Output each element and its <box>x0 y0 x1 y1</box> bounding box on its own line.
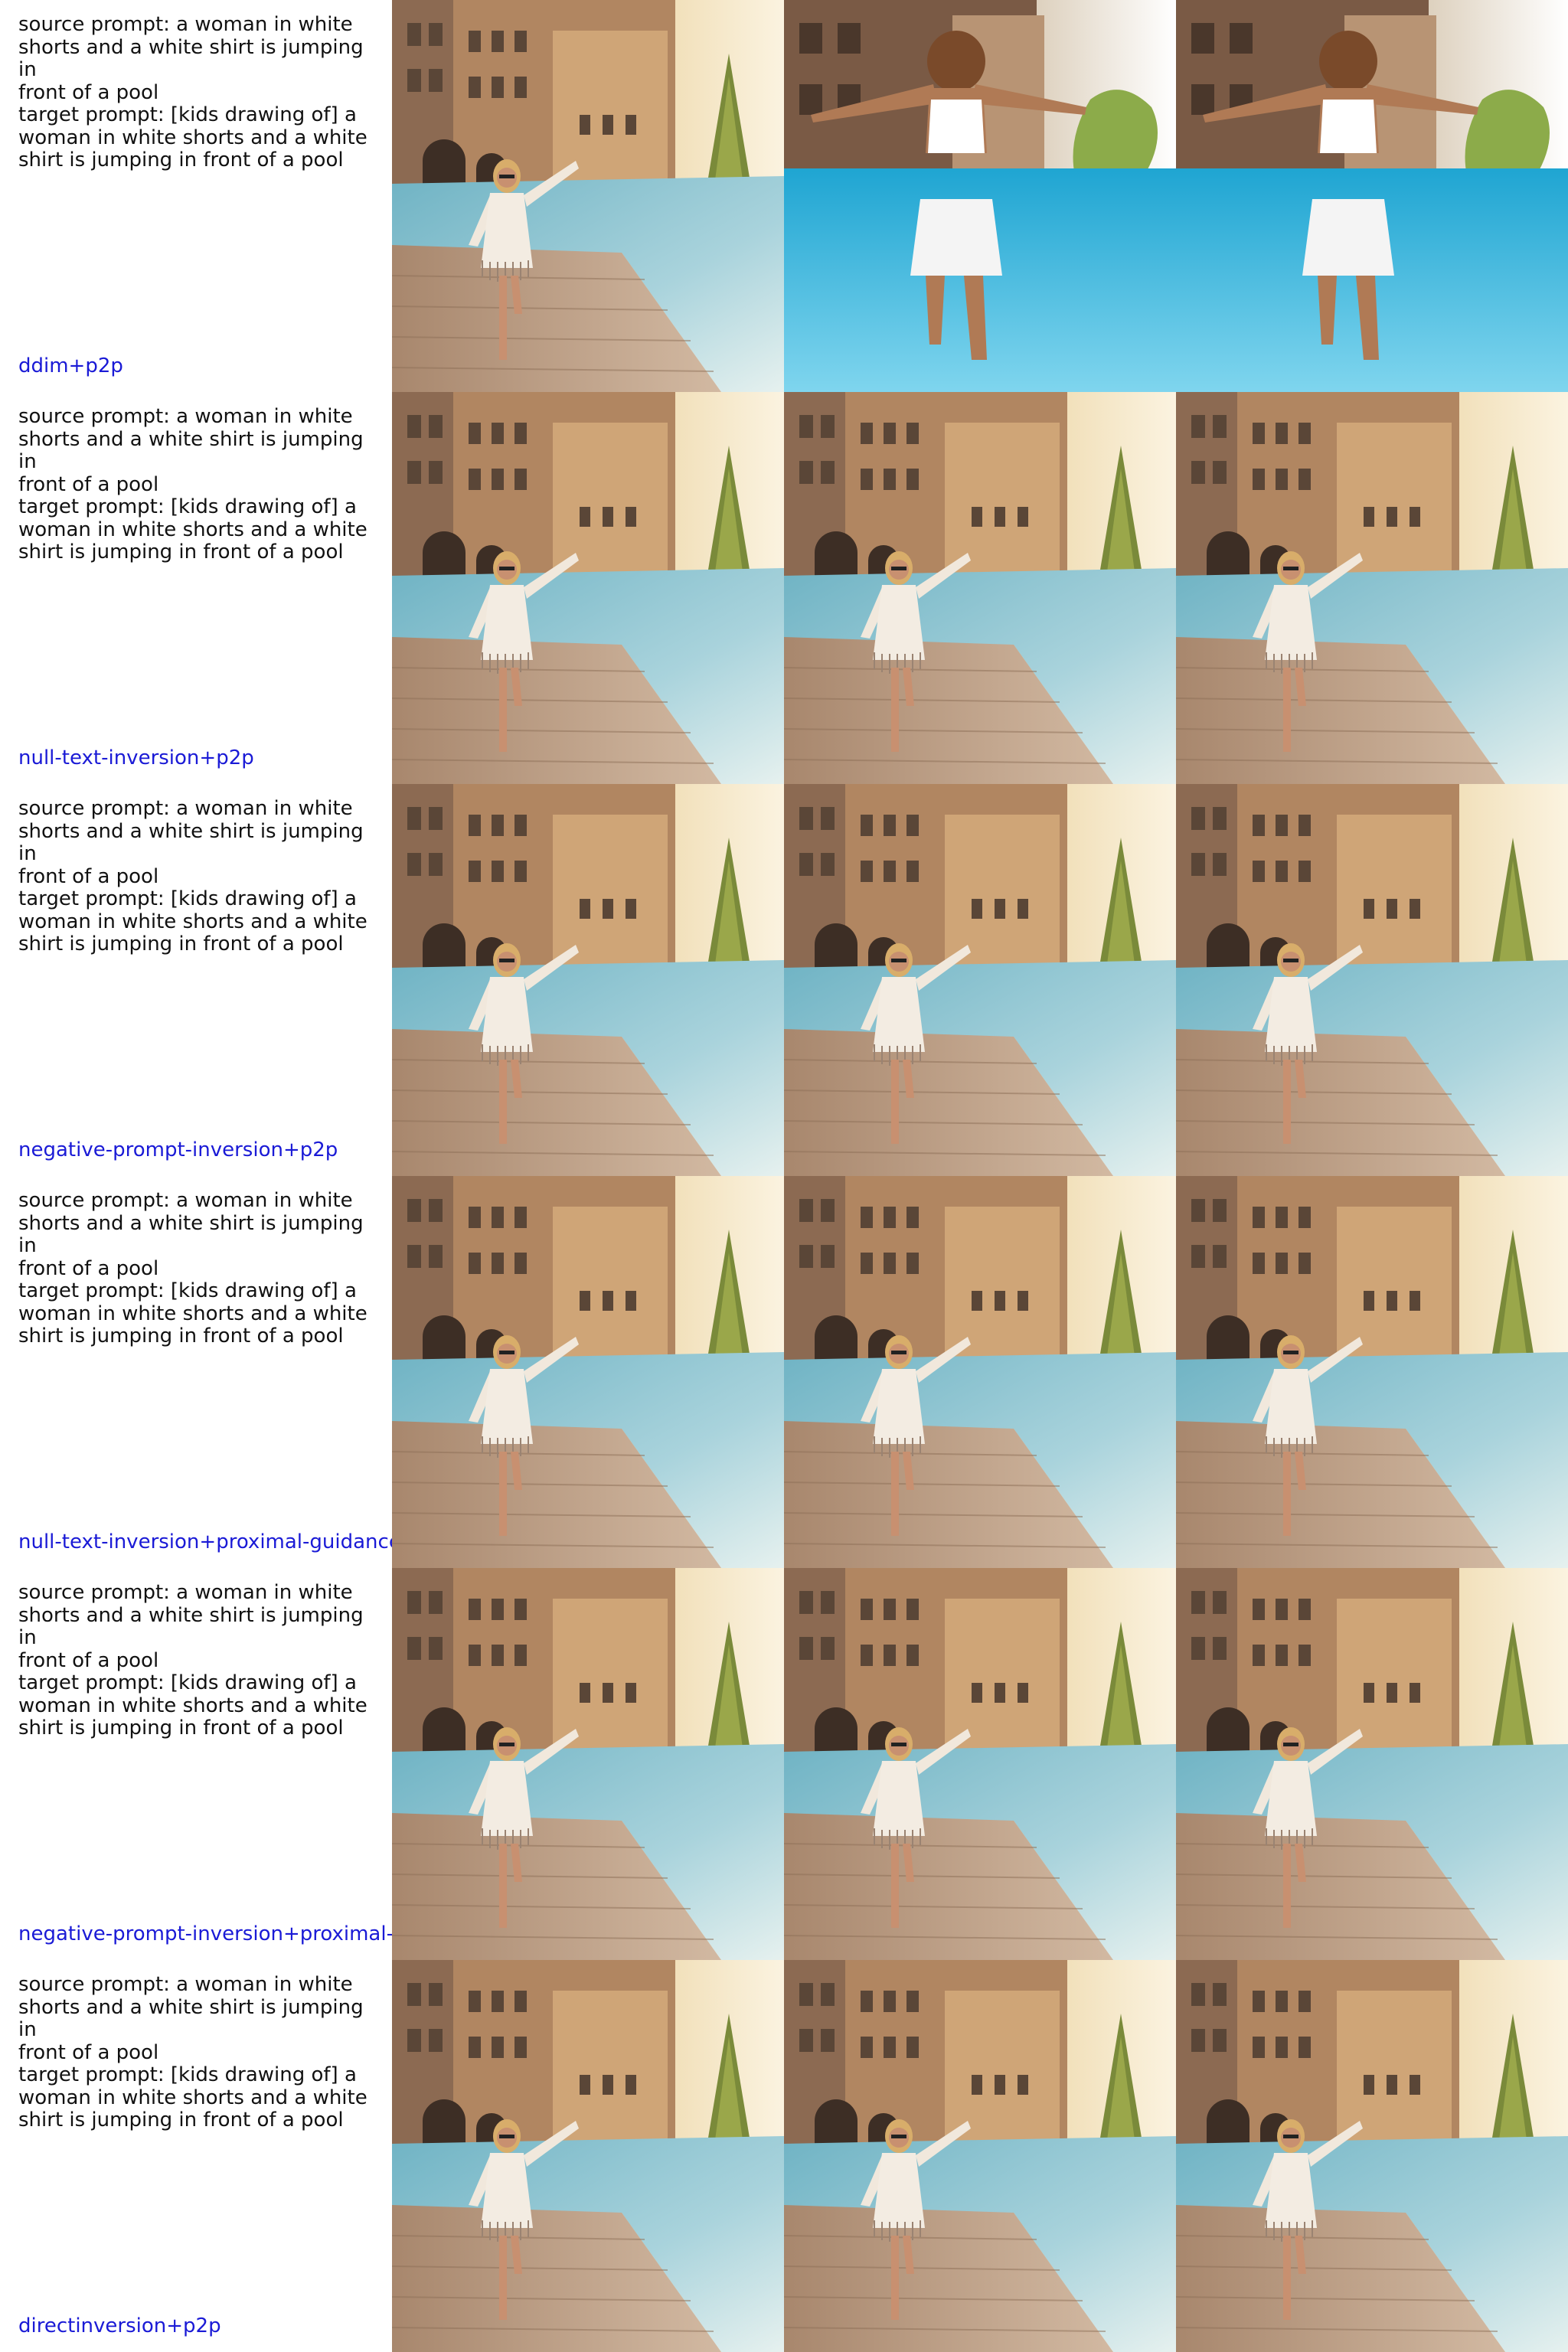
comparison-row-null-text-proximal: source prompt: a woman in white shorts a… <box>0 1176 1568 1568</box>
prompt-text: source prompt: a woman in white shorts a… <box>18 1189 368 1348</box>
reconstruction-image <box>784 1568 1176 1960</box>
edited-image <box>1176 1568 1568 1960</box>
reconstruction-image <box>784 0 1176 392</box>
method-label: negative-prompt-inversion+p2p <box>18 1138 338 1161</box>
method-label: directinversion+p2p <box>18 2314 221 2337</box>
edited-image <box>1176 392 1568 784</box>
source-image <box>392 784 784 1176</box>
source-image <box>392 1568 784 1960</box>
edited-image <box>1176 1176 1568 1568</box>
reconstruction-image <box>784 392 1176 784</box>
row-label-panel: source prompt: a woman in white shorts a… <box>0 784 392 1176</box>
method-label: null-text-inversion+proximal-guidance <box>18 1530 392 1553</box>
source-image <box>392 392 784 784</box>
edited-image <box>1176 0 1568 392</box>
row-label-panel: source prompt: a woman in white shorts a… <box>0 392 392 784</box>
source-image <box>392 0 784 392</box>
source-image <box>392 1176 784 1568</box>
reconstruction-image <box>784 784 1176 1176</box>
comparison-row-directinversion-p2p: source prompt: a woman in white shorts a… <box>0 1960 1568 2352</box>
row-label-panel: source prompt: a woman in white shorts a… <box>0 1568 392 1960</box>
reconstruction-image <box>784 1176 1176 1568</box>
prompt-text: source prompt: a woman in white shorts a… <box>18 13 368 172</box>
comparison-row-ddim-p2p: source prompt: a woman in white shorts a… <box>0 0 1568 392</box>
source-image <box>392 1960 784 2352</box>
reconstruction-image <box>784 1960 1176 2352</box>
comparison-row-negative-prompt-proximal: source prompt: a woman in white shorts a… <box>0 1568 1568 1960</box>
edited-image <box>1176 1960 1568 2352</box>
method-label: null-text-inversion+p2p <box>18 746 254 769</box>
prompt-text: source prompt: a woman in white shorts a… <box>18 797 368 956</box>
row-label-panel: source prompt: a woman in white shorts a… <box>0 1176 392 1568</box>
prompt-text: source prompt: a woman in white shorts a… <box>18 1581 368 1740</box>
comparison-row-null-text-p2p: source prompt: a woman in white shorts a… <box>0 392 1568 784</box>
row-label-panel: source prompt: a woman in white shorts a… <box>0 1960 392 2352</box>
edited-image <box>1176 784 1568 1176</box>
prompt-text: source prompt: a woman in white shorts a… <box>18 1973 368 2132</box>
row-label-panel: source prompt: a woman in white shorts a… <box>0 0 392 392</box>
prompt-text: source prompt: a woman in white shorts a… <box>18 405 368 564</box>
comparison-row-negative-prompt-p2p: source prompt: a woman in white shorts a… <box>0 784 1568 1176</box>
method-label: ddim+p2p <box>18 354 123 377</box>
method-label: negative-prompt-inversion+proximal-g <box>18 1922 392 1945</box>
